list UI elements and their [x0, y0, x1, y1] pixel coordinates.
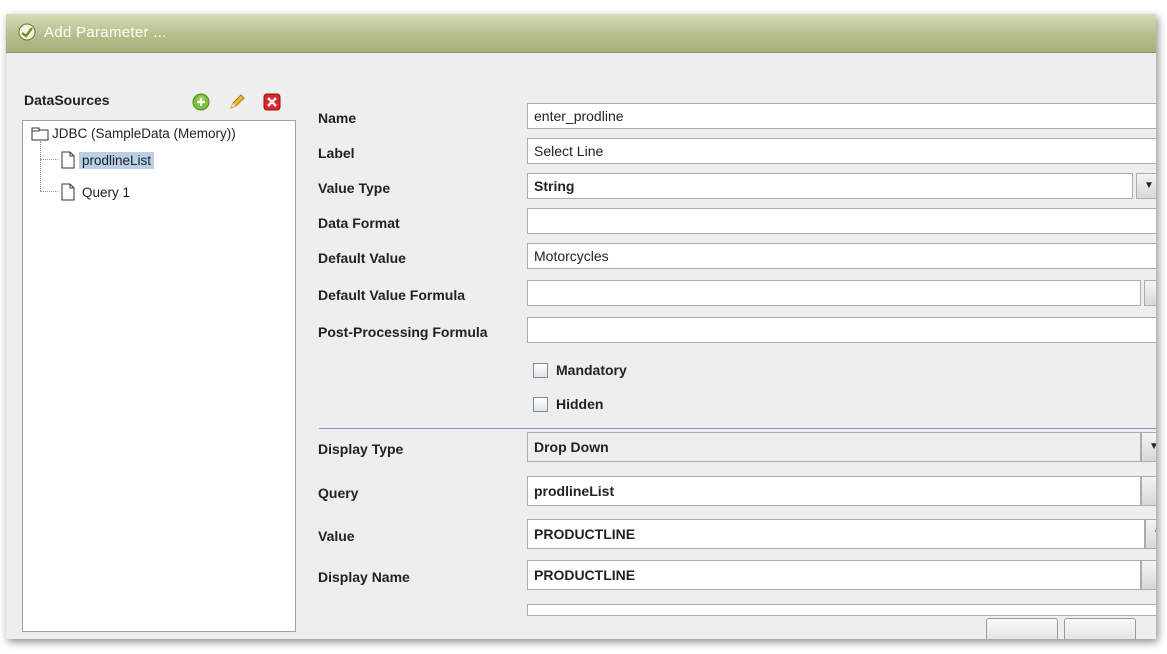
tree-node-query-1[interactable]: Query 1 [61, 183, 133, 201]
default-value-formula-field[interactable] [527, 280, 1141, 306]
edit-pencil-icon[interactable] [227, 92, 247, 112]
tree-node-jdbc[interactable]: JDBC (SampleData (Memory)) [31, 125, 239, 142]
add-icon[interactable] [191, 92, 211, 112]
value-type-dropdown-button[interactable]: ▼ [1136, 173, 1156, 199]
mandatory-label: Mandatory [556, 362, 627, 378]
datasources-header: DataSources [24, 92, 110, 108]
section-divider [319, 428, 1156, 429]
value-dropdown-button[interactable]: ▼ [1145, 519, 1156, 549]
name-field[interactable]: enter_prodline [527, 103, 1156, 129]
title-bar[interactable]: Add Parameter ... [6, 14, 1156, 53]
query-label: Query [318, 485, 359, 501]
tree-connector [40, 159, 58, 160]
display-name-select[interactable]: PRODUCTLINE [527, 560, 1141, 590]
default-value-formula-label: Default Value Formula [318, 287, 466, 303]
post-processing-formula-label: Post-Processing Formula [318, 324, 488, 340]
display-type-select[interactable]: Drop Down [527, 432, 1141, 462]
display-name-label: Display Name [318, 569, 410, 585]
window-title: Add Parameter ... [44, 24, 167, 41]
display-type-dropdown-button[interactable]: ▼ [1141, 432, 1156, 462]
partially-visible-field[interactable] [527, 604, 1156, 616]
formula-editor-button[interactable] [1144, 280, 1156, 306]
display-type-label: Display Type [318, 441, 404, 457]
tree-node-label: prodlineList [79, 151, 155, 169]
document-icon [61, 183, 75, 201]
value-select[interactable]: PRODUCTLINE [527, 519, 1145, 549]
chevron-down-icon: ▼ [1144, 180, 1154, 191]
add-parameter-dialog: Add Parameter ... DataSources JDBC (Samp… [6, 14, 1156, 639]
data-format-label: Data Format [318, 215, 400, 231]
cancel-button[interactable] [1064, 618, 1136, 639]
query-select[interactable]: prodlineList [527, 476, 1141, 506]
hidden-checkbox[interactable]: Hidden [533, 396, 603, 412]
datasource-tree[interactable]: JDBC (SampleData (Memory)) prodlineList … [22, 120, 296, 632]
data-format-field[interactable] [527, 208, 1156, 234]
tree-connector [40, 141, 41, 191]
chevron-down-icon: ▼ [1153, 528, 1156, 539]
value-type-field[interactable]: String [527, 173, 1133, 199]
default-value-label: Default Value [318, 250, 406, 266]
checkbox-box[interactable] [533, 396, 548, 412]
query-dropdown-button[interactable] [1141, 476, 1156, 506]
label-field[interactable]: Select Line [527, 138, 1156, 164]
ok-button[interactable] [986, 618, 1058, 639]
hidden-label: Hidden [556, 396, 604, 412]
tree-connector [40, 191, 58, 192]
mandatory-checkbox[interactable]: Mandatory [533, 362, 627, 378]
name-label: Name [318, 110, 357, 126]
app-logo-icon [18, 23, 36, 41]
value-label: Value [318, 528, 355, 544]
tree-node-prodlinelist[interactable]: prodlineList [61, 151, 155, 169]
checkbox-box[interactable] [533, 362, 548, 378]
default-value-field[interactable]: Motorcycles [527, 243, 1156, 269]
post-processing-formula-field[interactable] [527, 317, 1156, 343]
folder-icon [31, 127, 49, 140]
document-icon [61, 151, 75, 169]
label-label: Label [318, 145, 355, 161]
delete-icon[interactable] [262, 92, 282, 112]
tree-node-label: Query 1 [82, 184, 131, 200]
value-type-label: Value Type [318, 180, 391, 196]
tree-node-label: JDBC (SampleData (Memory)) [52, 126, 236, 141]
display-name-dropdown-button[interactable] [1141, 560, 1156, 590]
chevron-down-icon: ▼ [1149, 441, 1156, 452]
